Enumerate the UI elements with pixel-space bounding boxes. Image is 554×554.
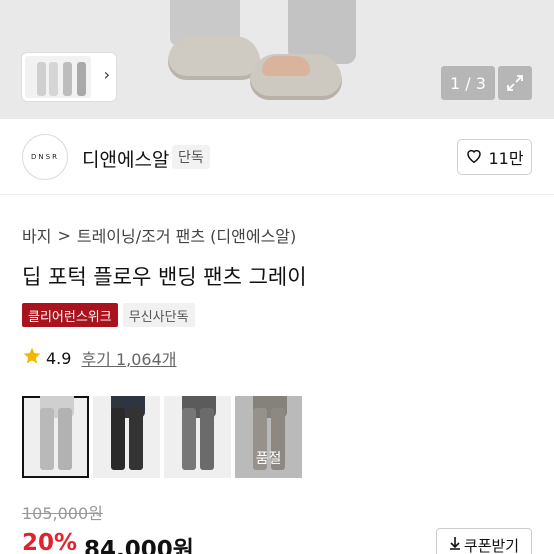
- coupon-label: 쿠폰받기: [463, 536, 520, 554]
- product-image-carousel[interactable]: › 1 / 3: [0, 0, 554, 119]
- discount-rate: 20%: [22, 530, 78, 554]
- option-thumbnail-leg: [58, 408, 72, 470]
- original-price: 105,000원: [22, 504, 103, 523]
- brand-logo-text: DNSR: [31, 153, 59, 161]
- color-option-gray[interactable]: [22, 396, 89, 478]
- reviews-link[interactable]: 후기 1,064개: [81, 346, 176, 370]
- breadcrumb-item-category[interactable]: 바지: [22, 223, 51, 247]
- color-options: 품절: [22, 396, 302, 478]
- brand-row: DNSR 디앤에스알 단독 11만: [0, 119, 554, 195]
- download-arrow-icon: [449, 536, 461, 554]
- rating-score: 4.9: [46, 348, 72, 368]
- option-thumbnail-leg: [200, 408, 214, 470]
- option-thumbnail-leg: [40, 408, 54, 470]
- expand-icon[interactable]: [498, 66, 532, 100]
- color-option-black[interactable]: [93, 396, 160, 478]
- clearance-week-tag: 클리어런스위크: [22, 303, 118, 327]
- thumbnail-strip[interactable]: ›: [22, 53, 116, 101]
- image-page-counter: 1 / 3: [441, 66, 495, 100]
- brand-name[interactable]: 디앤에스알: [82, 145, 169, 172]
- color-option-charcoal[interactable]: [164, 396, 231, 478]
- like-count: 11만: [488, 149, 524, 168]
- sold-out-label: 품절: [255, 451, 282, 467]
- option-thumbnail-leg: [111, 408, 125, 470]
- coupon-button[interactable]: 쿠폰받기: [436, 528, 532, 554]
- musinsa-exclusive-tag: 무신사단독: [122, 303, 195, 327]
- heart-icon: [465, 147, 483, 168]
- chevron-right-icon: >: [57, 225, 71, 245]
- product-tags: 클리어런스위크 무신사단독: [22, 303, 195, 327]
- rating-summary: 4.9 후기 1,064개: [22, 346, 177, 370]
- product-title: 딥 포턱 플로우 밴딩 팬츠 그레이: [22, 265, 307, 289]
- exclusive-badge: 단독: [172, 145, 210, 169]
- thumbnail-image[interactable]: [25, 56, 91, 98]
- product-photo-sandal-left: [168, 36, 260, 80]
- chevron-right-icon[interactable]: ›: [104, 65, 110, 84]
- breadcrumb: 바지 > 트레이닝/조거 팬츠 (디앤에스알): [22, 223, 296, 247]
- brand-logo[interactable]: DNSR: [22, 134, 68, 180]
- like-button[interactable]: 11만: [457, 139, 532, 175]
- product-photo-foot: [262, 56, 310, 76]
- option-thumbnail-leg: [129, 408, 143, 470]
- breadcrumb-item-subcategory[interactable]: 트레이닝/조거 팬츠 (디앤에스알): [77, 223, 296, 247]
- star-icon: [22, 346, 42, 370]
- option-thumbnail-leg: [182, 408, 196, 470]
- color-option-beige[interactable]: 품절: [235, 396, 302, 478]
- sale-price: 84,000원: [84, 537, 194, 554]
